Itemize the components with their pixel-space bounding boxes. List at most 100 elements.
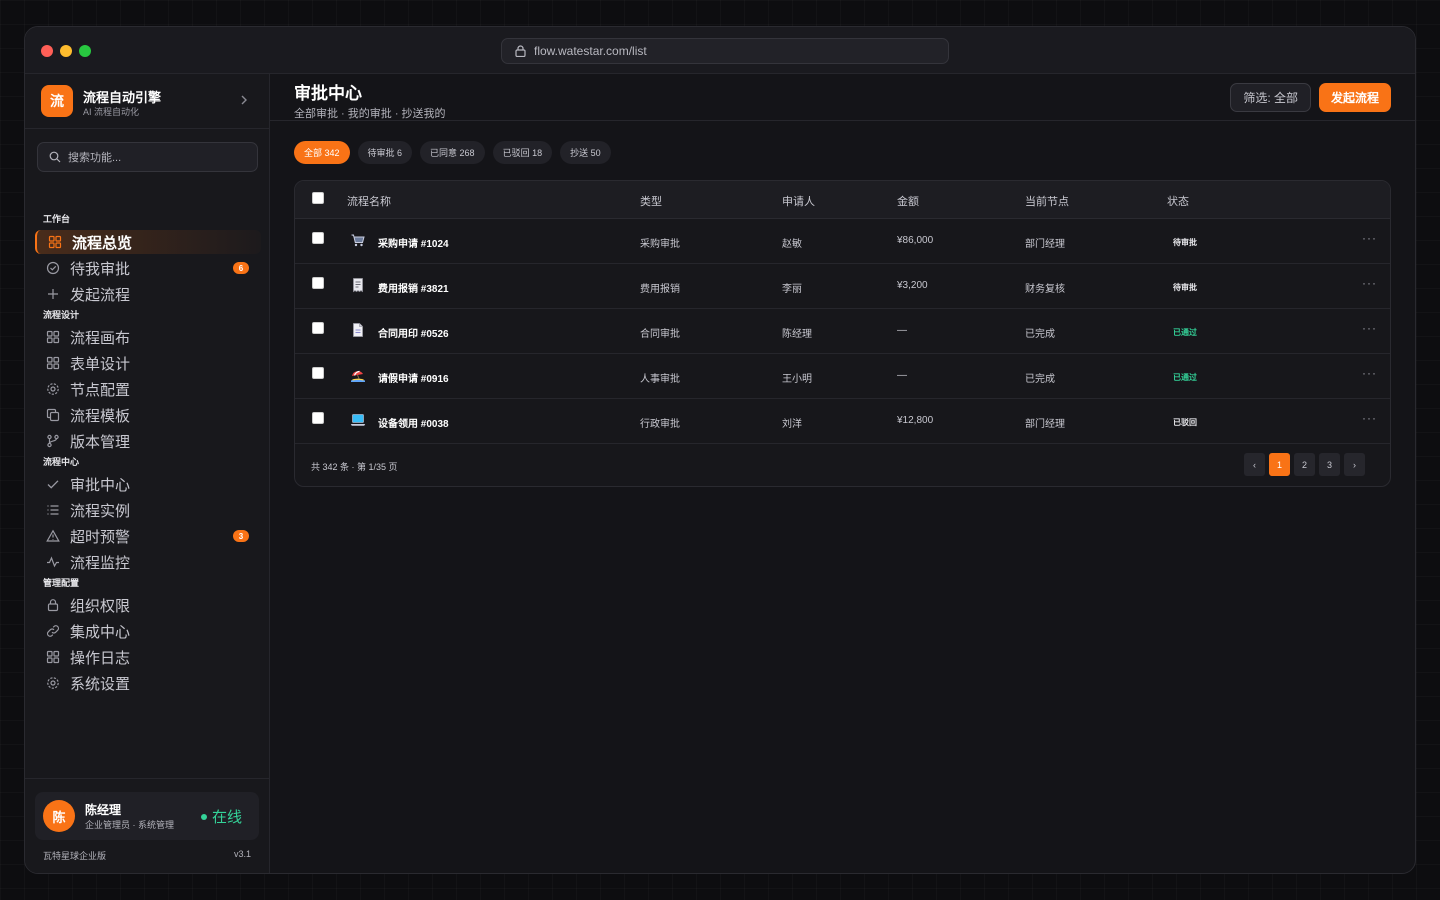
url-text: flow.watestar.com/list [534, 44, 647, 58]
table-row[interactable]: 设备领用 #0038 行政审批 刘洋 ¥12,800 部门经理 已驳回 ··· [295, 399, 1390, 444]
grid-icon [47, 234, 63, 250]
select-all-checkbox[interactable] [312, 192, 324, 204]
current-node: 部门经理 [1025, 419, 1065, 430]
current-node: 已完成 [1025, 329, 1055, 340]
prev-page-button[interactable]: ‹ [1244, 453, 1265, 476]
more-actions-icon[interactable]: ··· [1362, 231, 1377, 245]
sidebar-item-canvas[interactable]: 流程画布 [35, 325, 261, 349]
sidebar-item-label: 流程画布 [70, 329, 131, 347]
filter-button[interactable]: 筛选: 全部 [1230, 83, 1311, 112]
sidebar-item-timeout-alerts[interactable]: 超时预警 3 [35, 524, 261, 548]
status-badge: 待审批 [1173, 283, 1197, 292]
more-actions-icon[interactable]: ··· [1362, 321, 1377, 335]
lock-icon [515, 45, 526, 57]
row-checkbox[interactable] [312, 232, 324, 244]
sidebar-item-monitoring[interactable]: 流程监控 [35, 550, 261, 574]
minimize-window-button[interactable] [60, 45, 72, 57]
tab-all[interactable]: 全部 342 [294, 141, 350, 164]
flow-type: 行政审批 [640, 419, 680, 430]
sidebar-item-settings[interactable]: 系统设置 [35, 671, 261, 695]
sidebar-item-approval-center[interactable]: 审批中心 [35, 472, 261, 496]
status-text: 在线 [212, 809, 243, 826]
sidebar-item-templates[interactable]: 流程模板 [35, 403, 261, 427]
more-actions-icon[interactable]: ··· [1362, 366, 1377, 380]
chevron-right-icon [241, 95, 247, 105]
page-1-button[interactable]: 1 [1269, 453, 1290, 476]
beach-icon [351, 370, 365, 382]
pagination: ‹ 1 2 3 › [1244, 453, 1365, 476]
link-icon [45, 623, 61, 639]
table-header: 流程名称 类型 申请人 金额 当前节点 状态 [295, 181, 1390, 219]
sidebar-item-permissions[interactable]: 组织权限 [35, 593, 261, 617]
page-2-button[interactable]: 2 [1294, 453, 1315, 476]
flow-name: 设备领用 #0038 [378, 419, 449, 430]
row-checkbox[interactable] [312, 277, 324, 289]
next-page-button[interactable]: › [1344, 453, 1365, 476]
column-header-status: 状态 [1167, 196, 1189, 208]
sidebar-item-overview[interactable]: 流程总览 [35, 230, 261, 254]
sidebar-item-versions[interactable]: 版本管理 [35, 429, 261, 453]
start-flow-button[interactable]: 发起流程 [1319, 83, 1391, 112]
sidebar-item-my-approvals[interactable]: 待我审批 6 [35, 256, 261, 280]
sidebar-item-node-config[interactable]: 节点配置 [35, 377, 261, 401]
row-checkbox[interactable] [312, 367, 324, 379]
laptop-icon [350, 414, 366, 426]
flow-name: 请假申请 #0916 [378, 374, 449, 385]
applicant: 王小明 [782, 374, 812, 385]
maximize-window-button[interactable] [79, 45, 91, 57]
brand-title: 流程自动引擎 [83, 90, 162, 105]
flow-type: 采购审批 [640, 239, 680, 250]
applicant: 陈经理 [782, 329, 812, 340]
sidebar-item-label: 节点配置 [70, 381, 131, 399]
tab-approved[interactable]: 已同意 268 [420, 141, 485, 164]
close-window-button[interactable] [41, 45, 53, 57]
table-row[interactable]: 采购申请 #1024 采购审批 赵敏 ¥86,000 部门经理 待审批 ··· [295, 219, 1390, 264]
status-badge: 已通过 [1173, 373, 1197, 382]
grid-icon [45, 649, 61, 665]
brand-subtitle: AI 流程自动化 [83, 107, 140, 117]
row-checkbox[interactable] [312, 322, 324, 334]
titlebar: flow.watestar.com/list [25, 27, 1415, 74]
status-badge: 已驳回 [1173, 418, 1197, 427]
tab-rejected[interactable]: 已驳回 18 [492, 141, 553, 164]
page-header: 审批中心 全部审批 · 我的审批 · 抄送我的 筛选: 全部 发起流程 [270, 74, 1415, 121]
sidebar-item-start-flow[interactable]: 发起流程 [35, 282, 261, 306]
address-bar[interactable]: flow.watestar.com/list [501, 38, 949, 64]
sidebar-item-instances[interactable]: 流程实例 [35, 498, 261, 522]
tab-pending[interactable]: 待审批 6 [357, 141, 413, 164]
main-content: 审批中心 全部审批 · 我的审批 · 抄送我的 筛选: 全部 发起流程 全部 3… [270, 74, 1415, 873]
sidebar-item-audit-log[interactable]: 操作日志 [35, 645, 261, 669]
current-node: 财务复核 [1025, 284, 1065, 295]
check-circle-icon [45, 260, 61, 276]
status-dot-icon [201, 813, 207, 820]
column-header-applicant: 申请人 [782, 196, 815, 208]
sidebar-item-label: 系统设置 [70, 675, 131, 693]
search-input[interactable]: 搜索功能... [37, 142, 258, 172]
table-row[interactable]: 合同用印 #0526 合同审批 陈经理 — 已完成 已通过 ··· [295, 309, 1390, 354]
applicant: 赵敏 [782, 239, 802, 250]
user-card[interactable]: 陈 陈经理 企业管理员 · 系统管理 在线 [35, 792, 259, 840]
copy-icon [45, 407, 61, 423]
table-row[interactable]: 费用报销 #3821 费用报销 李丽 ¥3,200 财务复核 待审批 ··· [295, 264, 1390, 309]
grid-icon [45, 329, 61, 345]
sidebar-item-form-design[interactable]: 表单设计 [35, 351, 261, 375]
more-actions-icon[interactable]: ··· [1362, 411, 1377, 425]
lock-icon [45, 597, 61, 613]
sidebar-item-label: 表单设计 [70, 355, 131, 373]
plus-icon [45, 286, 61, 302]
row-checkbox[interactable] [312, 412, 324, 424]
tab-cc[interactable]: 抄送 50 [560, 141, 611, 164]
section-label-center: 流程中心 [43, 457, 80, 467]
check-icon [45, 476, 61, 492]
sidebar-item-label: 发起流程 [70, 286, 131, 304]
brand-switcher[interactable]: 流 流程自动引擎 AI 流程自动化 [25, 74, 269, 129]
amount: ¥86,000 [897, 235, 934, 246]
more-actions-icon[interactable]: ··· [1362, 276, 1377, 290]
sidebar-item-integrations[interactable]: 集成中心 [35, 619, 261, 643]
sidebar-footer: 陈 陈经理 企业管理员 · 系统管理 在线 瓦特星球企业版 v3.1 [25, 778, 269, 873]
status-badge: 待审批 [1173, 238, 1197, 247]
page-3-button[interactable]: 3 [1319, 453, 1340, 476]
flow-name: 采购申请 #1024 [378, 239, 449, 250]
table-row[interactable]: 请假申请 #0916 人事审批 王小明 — 已完成 已通过 ··· [295, 354, 1390, 399]
sidebar-item-label: 流程实例 [70, 502, 131, 520]
